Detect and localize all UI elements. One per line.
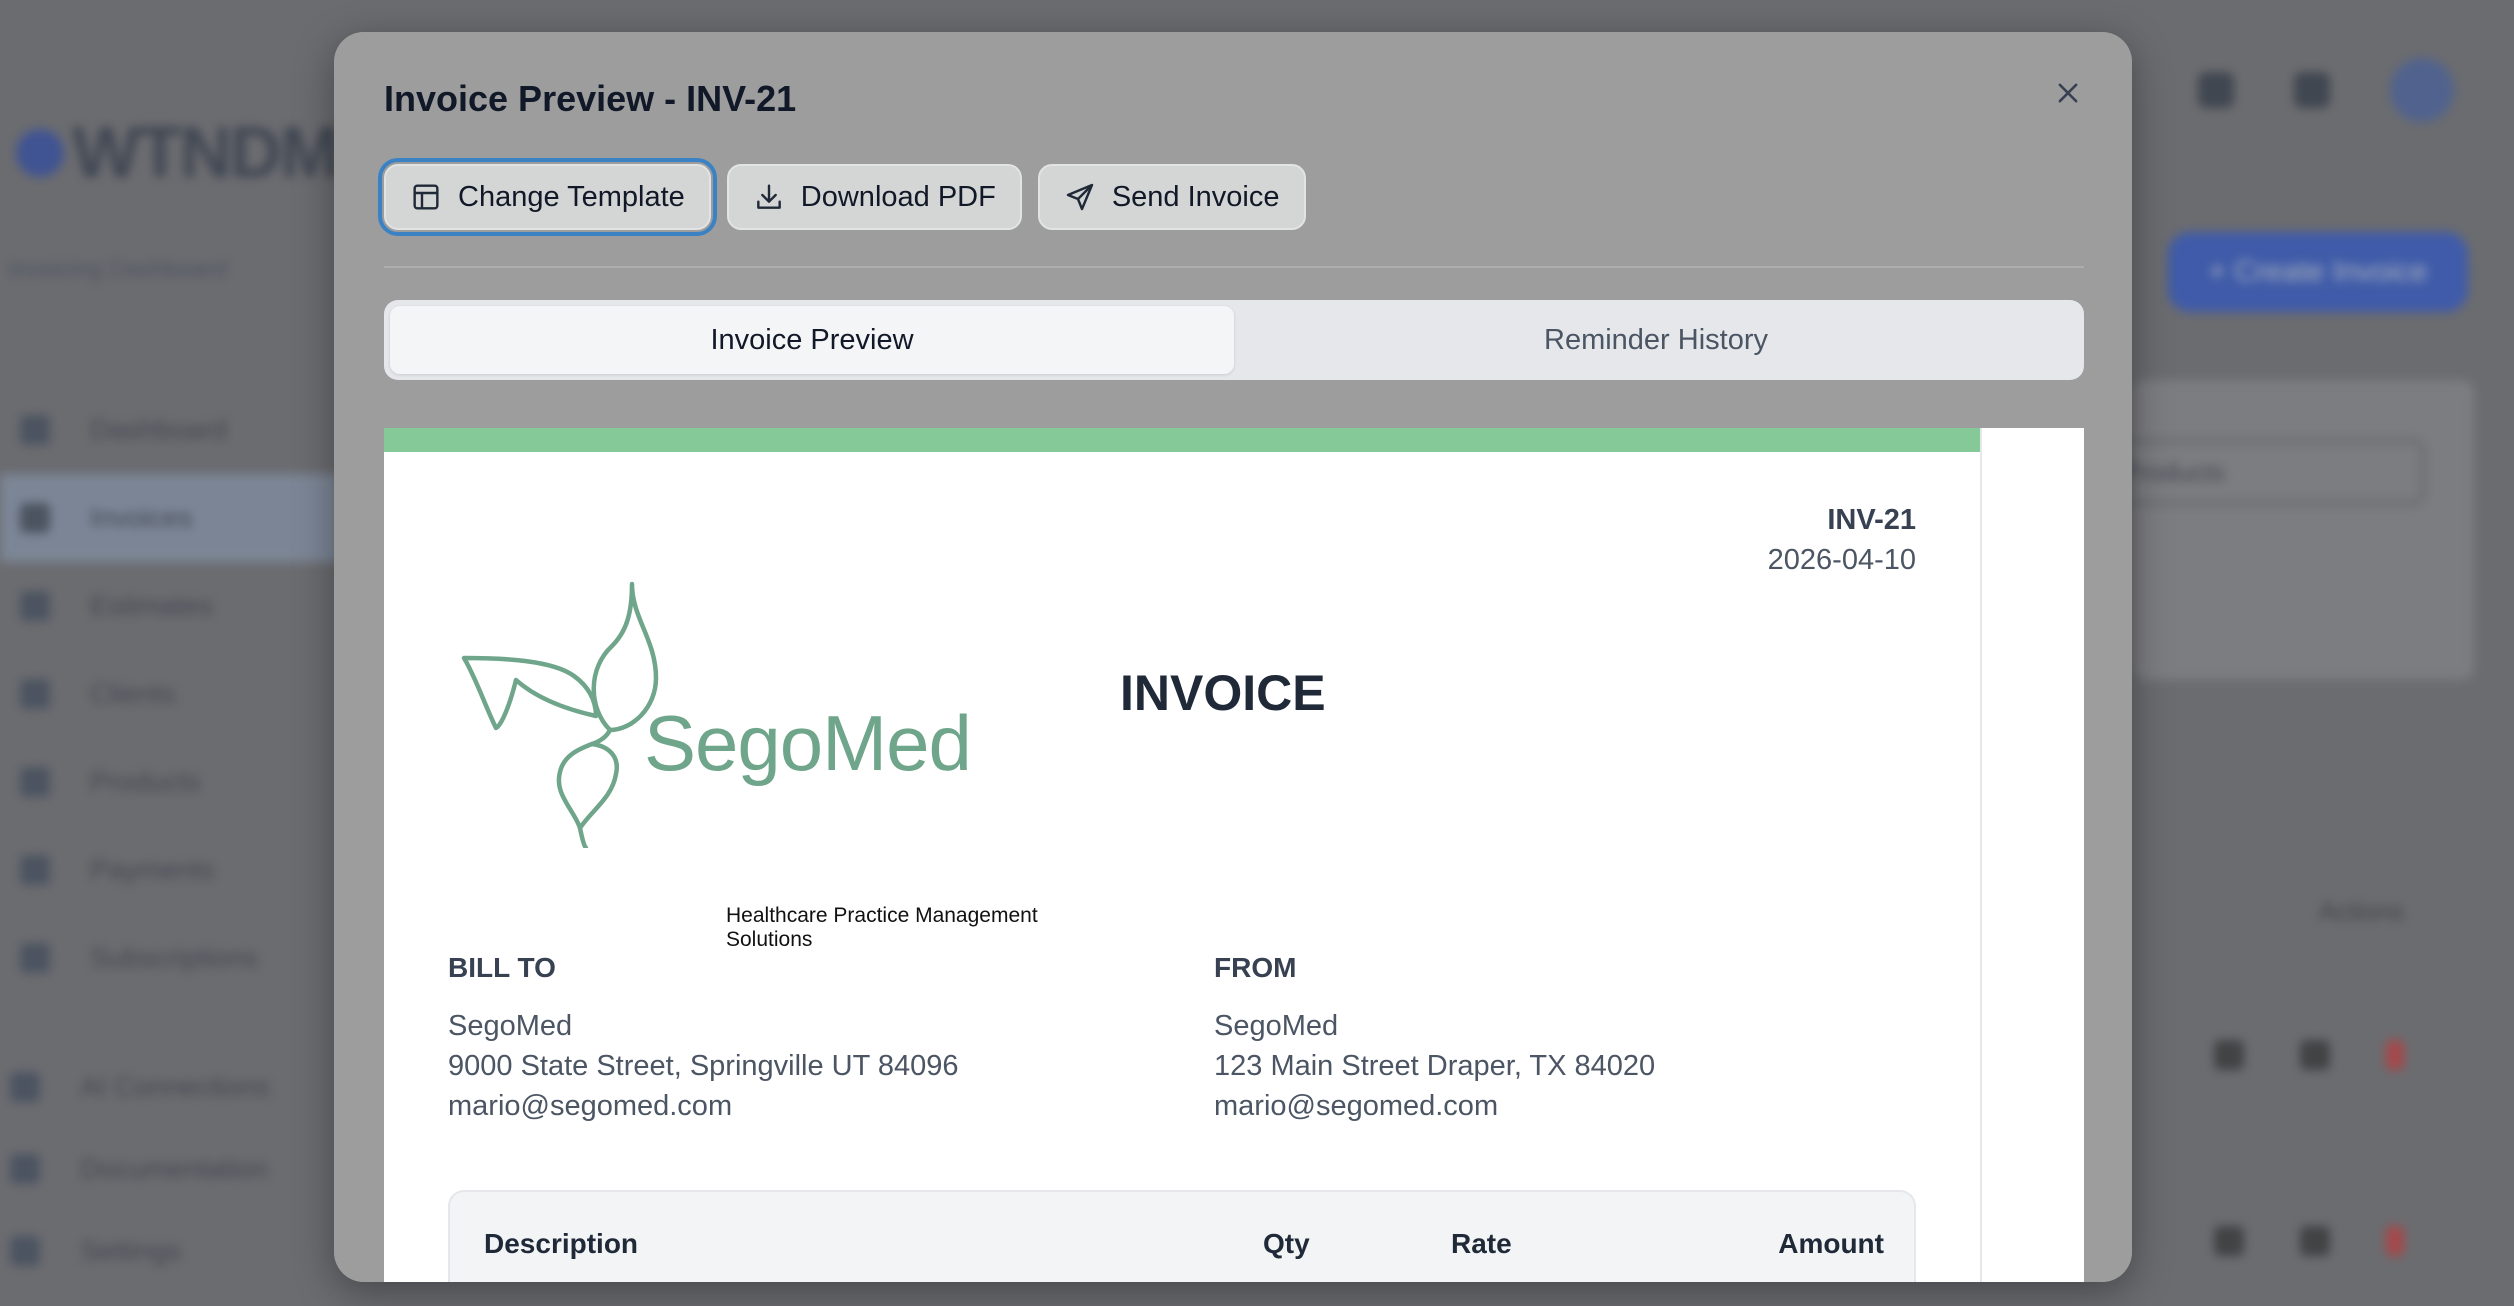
row-actions bbox=[2214, 1040, 2404, 1070]
avatar bbox=[2390, 58, 2454, 122]
company-logo: SegoMed Healthcare Practice Management S… bbox=[456, 548, 1096, 951]
estimate-icon bbox=[20, 591, 50, 621]
sidebar-nav: Dashboard Invoices Estimates Clients Pro… bbox=[0, 386, 340, 1002]
app-subtitle: Invoicing Dashboard bbox=[8, 256, 227, 283]
sidebar-item-documentation: Documentation bbox=[10, 1128, 270, 1210]
filter-card bbox=[2134, 380, 2474, 680]
modal-toolbar: Change Template Download PDF Send Invoic… bbox=[378, 158, 1306, 236]
tab-reminder-history[interactable]: Reminder History bbox=[1234, 306, 2078, 374]
app-logo-mark bbox=[16, 129, 64, 177]
send-icon bbox=[2300, 1040, 2330, 1070]
invoice-preview-area[interactable]: INV-21 2026-04-10 SegoMed Healthcare Pra… bbox=[384, 428, 2084, 1282]
sidebar-item-products: Products bbox=[20, 738, 340, 826]
from-email: mario@segomed.com bbox=[1214, 1090, 1499, 1122]
toolbar-divider bbox=[384, 266, 2084, 268]
close-button[interactable] bbox=[2046, 72, 2090, 116]
invoice-heading: INVOICE bbox=[1120, 665, 1326, 721]
delete-icon bbox=[2386, 1040, 2404, 1070]
theme-icon bbox=[2294, 72, 2330, 108]
sidebar-item-estimates: Estimates bbox=[20, 562, 340, 650]
bill-to-name: SegoMed bbox=[448, 1010, 573, 1042]
send-icon bbox=[2300, 1226, 2330, 1256]
column-amount: Amount bbox=[1778, 1228, 1884, 1259]
payments-icon bbox=[20, 855, 50, 885]
from-section: FROM SegoMed 123 Main Street Draper, TX … bbox=[1214, 952, 1655, 1126]
from-name: SegoMed bbox=[1214, 1010, 1339, 1042]
sidebar-item-clients: Clients bbox=[20, 650, 340, 738]
invoice-document: INV-21 2026-04-10 SegoMed Healthcare Pra… bbox=[384, 428, 1982, 1282]
close-icon bbox=[2058, 83, 2078, 103]
modal-title: Invoice Preview - INV-21 bbox=[384, 78, 797, 119]
logo-name: SegoMed bbox=[644, 699, 972, 787]
sidebar-item-payments: Payments bbox=[20, 826, 340, 914]
settings-icon bbox=[10, 1236, 40, 1266]
invoice-number: INV-21 bbox=[1827, 504, 1916, 536]
invoice-date: 2026-04-10 bbox=[1767, 544, 1916, 576]
line-items-header: Description Qty Rate Amount bbox=[448, 1190, 1916, 1282]
clients-icon bbox=[20, 679, 50, 709]
top-bar-right bbox=[2198, 58, 2454, 122]
download-pdf-label: Download PDF bbox=[800, 180, 996, 213]
column-qty: Qty bbox=[1263, 1228, 1310, 1259]
docs-icon bbox=[10, 1154, 40, 1184]
sidebar-item-invoices: Invoices bbox=[0, 474, 340, 562]
invoice-icon bbox=[20, 503, 50, 533]
column-rate: Rate bbox=[1451, 1228, 1512, 1259]
sidebar-item-ai-connections: AI Connections bbox=[10, 1046, 270, 1128]
dashboard-icon bbox=[20, 415, 50, 445]
logo-tagline: Healthcare Practice Management Solutions bbox=[726, 904, 1038, 951]
invoice-preview-modal: Invoice Preview - INV-21 Change Template… bbox=[334, 32, 2132, 1282]
app-logo-text: WTNDM bbox=[72, 113, 340, 193]
send-invoice-label: Send Invoice bbox=[1111, 180, 1280, 213]
change-template-button[interactable]: Change Template bbox=[378, 158, 717, 236]
tab-invoice-preview[interactable]: Invoice Preview bbox=[390, 306, 1234, 374]
download-pdf-button[interactable]: Download PDF bbox=[726, 164, 1022, 230]
from-address: 123 Main Street Draper, TX 84020 bbox=[1214, 1050, 1656, 1082]
column-description: Description bbox=[484, 1228, 639, 1259]
send-icon bbox=[1066, 183, 1094, 211]
bill-to-section: BILL TO SegoMed 9000 State Street, Sprin… bbox=[448, 952, 959, 1126]
filter-select: Products bbox=[2100, 440, 2424, 504]
app-logo: WTNDM bbox=[16, 112, 340, 194]
sidebar-item-subscriptions: Subscriptions bbox=[20, 914, 340, 1002]
sidebar-item-dashboard: Dashboard bbox=[20, 386, 340, 474]
change-template-label: Change Template bbox=[458, 180, 685, 213]
delete-icon bbox=[2386, 1226, 2404, 1256]
download-icon bbox=[756, 184, 781, 209]
bill-to-address: 9000 State Street, Springville UT 84096 bbox=[448, 1050, 959, 1082]
actions-column-header: Actions bbox=[2318, 896, 2404, 926]
row-actions bbox=[2214, 1226, 2404, 1256]
subscriptions-icon bbox=[20, 943, 50, 973]
create-invoice-button: + Create Invoice bbox=[2168, 232, 2468, 312]
template-icon bbox=[413, 184, 439, 210]
preview-tabs: Invoice Preview Reminder History bbox=[384, 300, 2084, 380]
notification-icon bbox=[2198, 72, 2234, 108]
invoice-accent-bar bbox=[384, 428, 1980, 452]
products-icon bbox=[20, 767, 50, 797]
from-label: FROM bbox=[1214, 952, 1297, 983]
send-invoice-button[interactable]: Send Invoice bbox=[1037, 164, 1306, 230]
bill-to-label: BILL TO bbox=[448, 952, 556, 983]
ai-icon bbox=[10, 1072, 40, 1102]
view-icon bbox=[2214, 1226, 2244, 1256]
sidebar-item-settings: Settings bbox=[10, 1210, 270, 1292]
sidebar-bottom-nav: AI Connections Documentation Settings bbox=[10, 1046, 270, 1292]
view-icon bbox=[2214, 1040, 2244, 1070]
bill-to-email: mario@segomed.com bbox=[448, 1090, 733, 1122]
